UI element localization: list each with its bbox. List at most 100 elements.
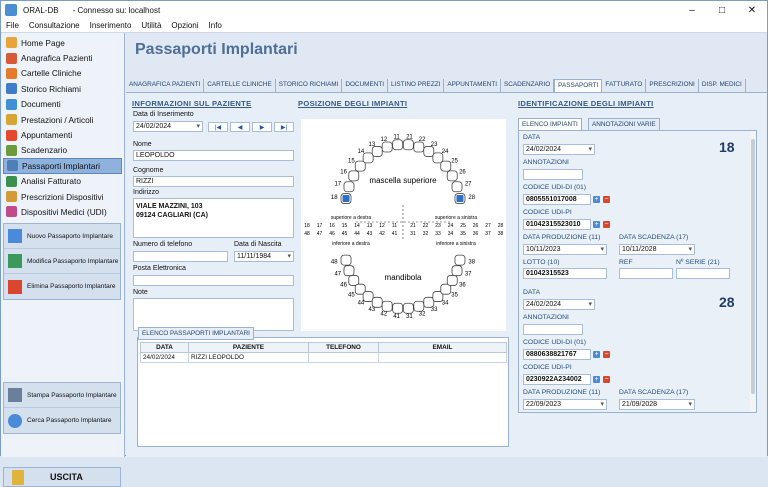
next-record-button[interactable]: ▶ bbox=[252, 122, 272, 132]
tooth-35[interactable]: 35 bbox=[440, 283, 459, 298]
column-telefono[interactable]: TELEFONO bbox=[308, 342, 379, 353]
sidebar-item-dispositivi-medici-udi[interactable]: Dispositivi Medici (UDI) bbox=[3, 204, 122, 219]
remove-udi-di-button[interactable]: − bbox=[603, 351, 610, 358]
tooth-15[interactable]: 15 bbox=[348, 158, 366, 172]
sidebar-item-appuntamenti[interactable]: Appuntamenti bbox=[3, 127, 122, 142]
edit-passport-button[interactable]: Modifica Passaporto Implantare bbox=[4, 249, 120, 274]
search-passport-button[interactable]: Cerca Passaporto Implantare bbox=[4, 408, 120, 433]
table-row[interactable]: 24/02/2024 RIZZI LEOPOLDO bbox=[140, 352, 507, 363]
birth-date-field[interactable]: 11/11/1984 bbox=[234, 251, 294, 262]
tooth-25[interactable]: 25 bbox=[440, 158, 459, 172]
close-button[interactable]: ✕ bbox=[737, 1, 767, 19]
exit-button[interactable]: USCITA bbox=[3, 467, 121, 487]
tooth-17[interactable]: 17 bbox=[334, 181, 355, 193]
minimize-button[interactable]: – bbox=[677, 1, 707, 19]
add-udi-pi-button[interactable]: + bbox=[593, 376, 600, 383]
insert-date-field[interactable]: 24/02/2024 bbox=[133, 121, 203, 132]
column-paziente[interactable]: PAZIENTE bbox=[188, 342, 309, 353]
tooth-38[interactable]: 38 bbox=[454, 254, 476, 266]
menu-consultazione[interactable]: Consultazione bbox=[24, 21, 85, 30]
column-data[interactable]: DATA bbox=[140, 342, 189, 353]
remove-udi-pi-button[interactable]: − bbox=[603, 376, 610, 383]
tooth-28[interactable]: 28 bbox=[454, 193, 476, 204]
address-field[interactable]: VIALE MAZZINI, 103 09124 CAGLIARI (CA) bbox=[133, 198, 294, 238]
tab-cartelle-cliniche[interactable]: CARTELLE CLINICHE bbox=[204, 79, 276, 92]
tab-prescrizioni[interactable]: PRESCRIZIONI bbox=[646, 79, 699, 92]
tooth-27[interactable]: 27 bbox=[451, 181, 472, 193]
implant-date-field[interactable]: 24/02/2024 bbox=[523, 144, 595, 155]
menu-file[interactable]: File bbox=[1, 21, 24, 30]
tooth-16[interactable]: 16 bbox=[340, 169, 360, 182]
name-field[interactable]: LEOPOLDO bbox=[133, 150, 294, 161]
sidebar-item-scadenzario[interactable]: Scadenzario bbox=[3, 143, 122, 158]
menu-info[interactable]: Info bbox=[204, 21, 227, 30]
tooth-45[interactable]: 45 bbox=[348, 283, 366, 298]
udi-di-field[interactable]: 0880638821767 bbox=[523, 349, 591, 360]
annotations-field[interactable] bbox=[523, 324, 583, 335]
sidebar-item-cartelle-cliniche[interactable]: Cartelle Cliniche bbox=[3, 66, 122, 81]
tooth-26[interactable]: 26 bbox=[446, 169, 466, 182]
maximize-button[interactable]: □ bbox=[707, 1, 737, 19]
tab-listino-prezzi[interactable]: LISTINO PREZZI bbox=[388, 79, 445, 92]
tooth-21[interactable]: 21 bbox=[402, 134, 414, 151]
tooth-41[interactable]: 41 bbox=[392, 302, 404, 320]
udi-di-field[interactable]: 0805551017008 bbox=[523, 194, 591, 205]
production-date-field[interactable]: 22/09/2023 bbox=[523, 399, 607, 410]
last-record-button[interactable]: ▶| bbox=[274, 122, 294, 132]
add-udi-di-button[interactable]: + bbox=[593, 196, 600, 203]
first-record-button[interactable]: |◀ bbox=[208, 122, 228, 132]
menu-opzioni[interactable]: Opzioni bbox=[166, 21, 203, 30]
serial-field[interactable] bbox=[676, 268, 730, 279]
menu-utilita[interactable]: Utilità bbox=[136, 21, 166, 30]
tab-fatturato[interactable]: FATTURATO bbox=[602, 79, 647, 92]
udi-pi-field[interactable]: 01042315523010 bbox=[523, 219, 591, 230]
tab-scadenzario[interactable]: SCADENZARIO bbox=[501, 79, 555, 92]
sidebar-item-anagrafica-pazienti[interactable]: Anagrafica Pazienti bbox=[3, 50, 122, 65]
new-passport-button[interactable]: Nuovo Passaporto Implantare bbox=[4, 224, 120, 249]
tab-documenti[interactable]: DOCUMENTI bbox=[342, 79, 389, 92]
email-field[interactable] bbox=[133, 275, 294, 286]
delete-passport-button[interactable]: Elimina Passaporto Implantare bbox=[4, 274, 120, 299]
print-passport-button[interactable]: Stampa Passaporto Implantare bbox=[4, 383, 120, 408]
sidebar-item-prestazioni-articoli[interactable]: Prestazioni / Articoli bbox=[3, 112, 122, 127]
scrollbar-thumb[interactable] bbox=[751, 139, 755, 394]
tab-passaporti[interactable]: PASSAPORTI bbox=[554, 79, 603, 92]
passports-list-tab[interactable]: ELENCO PASSAPORTI IMPLANTARI bbox=[138, 327, 254, 340]
add-udi-di-button[interactable]: + bbox=[593, 351, 600, 358]
tooth-37[interactable]: 37 bbox=[451, 265, 472, 278]
expiry-date-field[interactable]: 10/11/2028 bbox=[619, 244, 695, 255]
tab-anagrafica-pazienti[interactable]: ANAGRAFICA PAZIENTI bbox=[126, 79, 205, 92]
remove-udi-pi-button[interactable]: − bbox=[603, 221, 610, 228]
surname-field[interactable]: RIZZI bbox=[133, 176, 294, 187]
menu-inserimento[interactable]: Inserimento bbox=[85, 21, 137, 30]
add-udi-pi-button[interactable]: + bbox=[593, 221, 600, 228]
tooth-12[interactable]: 12 bbox=[381, 137, 393, 153]
sidebar-item-documenti[interactable]: Documenti bbox=[3, 97, 122, 112]
ref-field[interactable] bbox=[619, 268, 673, 279]
production-date-field[interactable]: 10/11/2023 bbox=[523, 244, 607, 255]
sidebar-item-home-page[interactable]: Home Page bbox=[3, 35, 122, 50]
sidebar-item-storico-richiami[interactable]: Storico Richiami bbox=[3, 81, 122, 96]
udi-pi-field[interactable]: 0230922A234002 bbox=[523, 374, 591, 385]
sidebar-item-analisi-fatturato[interactable]: Analisi Fatturato bbox=[3, 174, 122, 189]
sidebar-item-prescrizioni-dispositivi[interactable]: Prescrizioni Dispositivi bbox=[3, 189, 122, 204]
sidebar-item-passaporti-implantari[interactable]: Passaporti Implantari bbox=[3, 158, 122, 174]
tooth-11[interactable]: 11 bbox=[392, 134, 404, 151]
implant-list-scrollbar[interactable] bbox=[750, 131, 756, 412]
tooth-18[interactable]: 18 bbox=[331, 193, 352, 204]
tooth-31[interactable]: 31 bbox=[402, 302, 414, 320]
annotations-field[interactable] bbox=[523, 169, 583, 180]
tooth-42[interactable]: 42 bbox=[381, 300, 393, 318]
tab-disp-medici[interactable]: DISP. MEDICI bbox=[698, 79, 746, 92]
tooth-48[interactable]: 48 bbox=[331, 254, 352, 266]
expiry-date-field[interactable]: 21/09/2028 bbox=[619, 399, 695, 410]
prev-record-button[interactable]: ◀ bbox=[230, 122, 250, 132]
lot-field[interactable]: 01042315523 bbox=[523, 268, 607, 279]
production-date-label: DATA PRODUZIONE (11) bbox=[523, 234, 601, 241]
implant-date-field[interactable]: 24/02/2024 bbox=[523, 299, 595, 310]
tab-storico-richiami[interactable]: STORICO RICHIAMI bbox=[275, 79, 343, 92]
remove-udi-di-button[interactable]: − bbox=[603, 196, 610, 203]
phone-field[interactable] bbox=[133, 251, 228, 262]
tab-appuntamenti[interactable]: APPUNTAMENTI bbox=[444, 79, 501, 92]
column-email[interactable]: EMAIL bbox=[378, 342, 507, 353]
